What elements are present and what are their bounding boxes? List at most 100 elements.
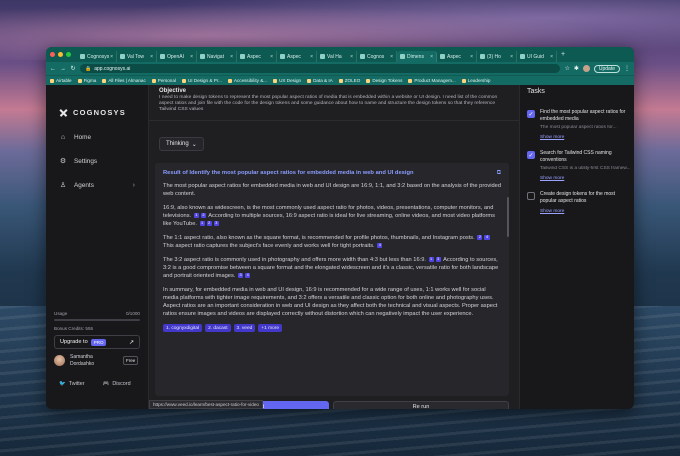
user-name: Samantha Dordashko [70, 354, 95, 367]
task-list: ✓ Find the most popular aspect ratios for… [527, 109, 630, 214]
upgrade-button[interactable]: Upgrade to PRO ↗ [54, 335, 140, 349]
task-checkbox[interactable]: ✓ [527, 110, 535, 118]
bookmark-item[interactable]: Airtable [50, 78, 72, 83]
citation-badge[interactable]: 4 [484, 235, 490, 240]
source-chip[interactable]: 3. veed [233, 324, 256, 332]
thinking-toggle[interactable]: Thinking ⌄ [159, 137, 204, 151]
sidebar-item-agents[interactable]: ♙ Agents › [46, 173, 148, 197]
result-text: The 3:2 aspect ratio is commonly used in… [163, 257, 426, 263]
browser-tab[interactable]: OpenAI × [157, 51, 197, 62]
citation-badge[interactable]: 4 [377, 243, 383, 248]
back-icon[interactable]: ← [50, 66, 56, 72]
sidebar-item-home[interactable]: ⌂ Home [46, 125, 148, 149]
folder-icon [102, 78, 107, 83]
close-tab-icon[interactable]: × [510, 54, 513, 60]
bookmark-item[interactable]: UI Design & Pr... [181, 78, 222, 83]
bookmark-item[interactable]: Design Tokens [366, 78, 402, 83]
close-tab-icon[interactable]: × [110, 54, 113, 60]
thinking-label: Thinking [166, 141, 189, 147]
show-more-link[interactable]: Show more [540, 176, 630, 181]
bookmark-item[interactable]: Personal [151, 78, 176, 83]
browser-tab[interactable]: Navigat × [197, 51, 237, 62]
address-bar[interactable]: 🔒 app.cognosys.ai [80, 64, 561, 73]
new-tab-icon[interactable]: + [561, 51, 565, 58]
profile-avatar[interactable] [582, 65, 590, 72]
user-profile[interactable]: Samantha Dordashko Free [54, 354, 140, 367]
scrollbar[interactable] [507, 197, 509, 237]
sidebar-item-settings[interactable]: ⚙ Settings [46, 149, 148, 173]
close-tab-icon[interactable]: × [550, 54, 553, 60]
bookmark-item[interactable]: Leadership [461, 78, 490, 83]
browser-tab[interactable]: Dimens × [397, 51, 437, 62]
bookmark-item[interactable]: Accessibility &... [227, 78, 267, 83]
browser-tab[interactable]: Cognosys × [77, 51, 117, 62]
source-chip[interactable]: +1 more [258, 324, 283, 332]
minimize-window-button[interactable] [58, 52, 63, 57]
browser-tab[interactable]: Val Ha × [317, 51, 357, 62]
source-chip[interactable]: 2. dacast [205, 324, 231, 332]
window-controls [50, 52, 71, 57]
reload-icon[interactable]: ↻ [70, 65, 76, 72]
tab-label: Aspec [447, 53, 461, 60]
show-more-link[interactable]: Show more [540, 209, 627, 214]
close-tab-icon[interactable]: × [270, 54, 273, 60]
citation-badge[interactable]: 2 [206, 221, 212, 226]
citation-badge[interactable]: 1 [428, 257, 434, 262]
citation-badge[interactable]: 1 [199, 221, 205, 226]
close-tab-icon[interactable]: × [390, 54, 393, 60]
objective-panel: Objective I need to make design tokens t… [149, 85, 519, 121]
citation-badge[interactable]: 3 [213, 221, 219, 226]
browser-tab[interactable]: UI Guid × [517, 51, 557, 62]
task-description: The most popular aspect ratios for... [540, 125, 617, 130]
browser-tab[interactable]: Cognos × [357, 51, 397, 62]
close-tab-icon[interactable]: × [230, 54, 233, 60]
citation-badge[interactable]: 3 [238, 273, 244, 278]
close-tab-icon[interactable]: × [430, 54, 433, 60]
source-chip[interactable]: 1. cognyxdigital [163, 324, 203, 332]
tab-bar: Cognosys × Val Tow × OpenAI × Navigat × Aspec × As… [46, 47, 634, 62]
citation-badge[interactable]: 4 [245, 273, 251, 278]
task-checkbox[interactable] [527, 192, 535, 200]
update-button[interactable]: Update [593, 64, 620, 73]
browser-tab[interactable]: Aspec × [237, 51, 277, 62]
favicon-icon [480, 54, 485, 59]
folder-icon [461, 78, 466, 83]
copy-icon[interactable]: ⧉ [497, 170, 501, 177]
bookmark-item[interactable]: Data & IA [307, 78, 333, 83]
forward-icon[interactable]: → [60, 66, 66, 72]
browser-tab[interactable]: Aspec × [277, 51, 317, 62]
close-window-button[interactable] [50, 52, 55, 57]
close-tab-icon[interactable]: × [190, 54, 193, 60]
star-icon[interactable]: ☆ [564, 65, 569, 72]
browser-tab[interactable]: Aspec × [437, 51, 477, 62]
discord-link[interactable]: 🎮 Discord [103, 381, 131, 387]
citation-badge[interactable]: 3 [435, 257, 441, 262]
maximize-window-button[interactable] [66, 52, 71, 57]
show-more-link[interactable]: Show more [540, 135, 630, 140]
bookmark-item[interactable]: ZOLEO [338, 78, 360, 83]
extensions-icon[interactable]: ✱ [574, 65, 579, 72]
bookmark-item[interactable]: UX Design [273, 78, 301, 83]
bookmark-item[interactable]: Product Managem... [408, 78, 456, 83]
twitter-link[interactable]: 🐦 Twitter [59, 381, 85, 387]
social-links: 🐦 Twitter 🎮 Discord [59, 381, 131, 387]
citation-badge[interactable]: 2 [477, 235, 483, 240]
browser-tab[interactable]: Val Tow × [117, 51, 157, 62]
bookmark-item[interactable]: All Files | Almanac [102, 78, 146, 83]
brand-logo[interactable]: COGNOSYS [46, 85, 148, 121]
citation-badge[interactable]: 2 [200, 213, 206, 218]
task-checkbox[interactable]: ✓ [527, 151, 535, 159]
tab-label: OpenAI [167, 53, 184, 60]
favicon-icon [160, 54, 165, 59]
browser-tab[interactable]: (3) Ho × [477, 51, 517, 62]
citation-badge[interactable]: 1 [193, 213, 199, 218]
close-tab-icon[interactable]: × [350, 54, 353, 60]
rerun-button[interactable]: Re run [333, 401, 509, 409]
home-icon: ⌂ [60, 133, 66, 141]
kebab-menu-icon[interactable]: ⋮ [624, 65, 630, 72]
bookmark-item[interactable]: Figma [77, 78, 96, 83]
close-tab-icon[interactable]: × [470, 54, 473, 60]
close-tab-icon[interactable]: × [150, 54, 153, 60]
close-tab-icon[interactable]: × [310, 54, 313, 60]
folder-icon [338, 78, 343, 83]
